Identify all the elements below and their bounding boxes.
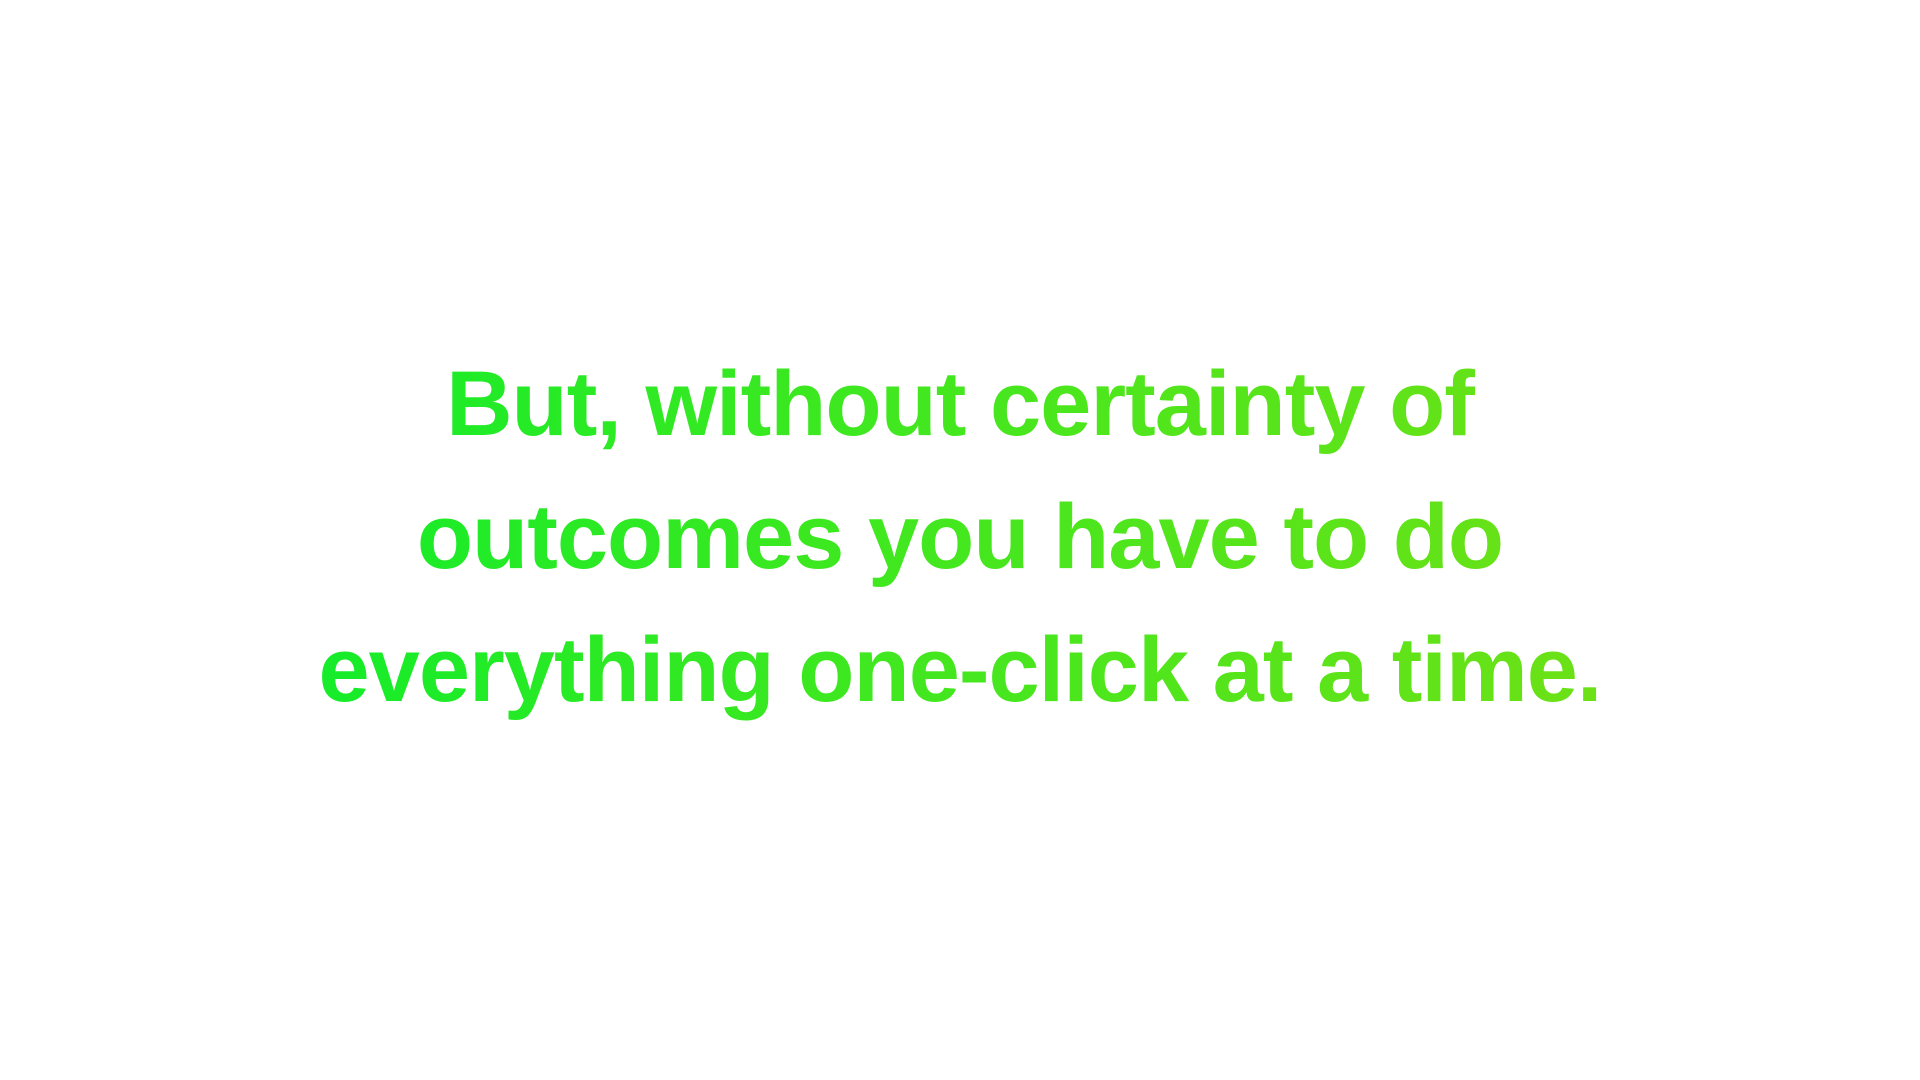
statement-line-3: everything one-click at a time. bbox=[318, 618, 1602, 721]
statement-line-2: outcomes you have to do bbox=[416, 485, 1504, 588]
statement-line-1: But, without certainty of bbox=[446, 352, 1474, 455]
slide-statement: But, without certainty of outcomes you h… bbox=[318, 338, 1601, 737]
slide: But, without certainty of outcomes you h… bbox=[0, 0, 1920, 1080]
